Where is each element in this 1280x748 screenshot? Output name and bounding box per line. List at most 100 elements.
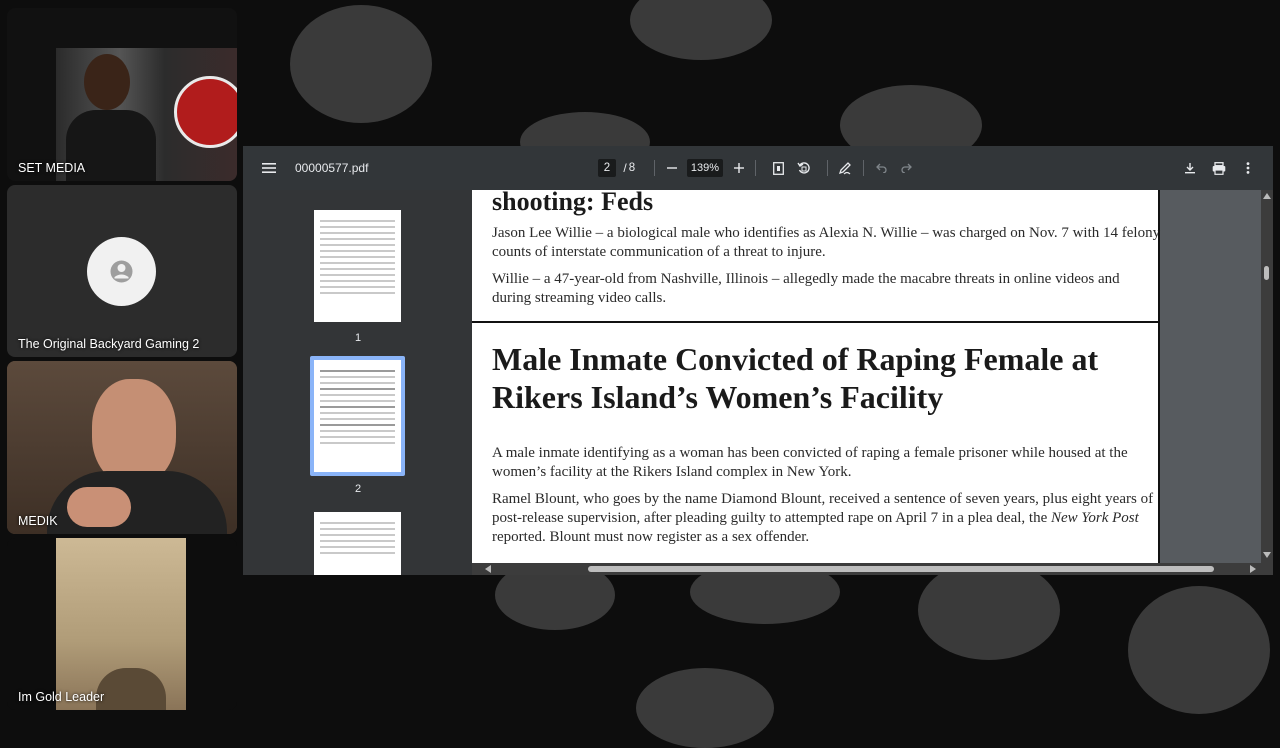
undo-icon [876, 163, 887, 173]
article-paragraph: A male inmate identifying as a woman has… [492, 445, 1128, 480]
participant-tile-gold-leader[interactable]: Im Gold Leader [7, 538, 237, 710]
document-page: shooting: Feds Jason Lee Willie – a biol… [472, 190, 1160, 575]
participant-name: Im Gold Leader [18, 690, 105, 704]
thumbnail-sidebar: 1 2 [243, 190, 480, 575]
participant-name: MEDIK [18, 514, 58, 528]
participant-tile-medik[interactable]: MEDIK [7, 361, 237, 534]
person-hand [67, 487, 131, 527]
brand-logo [174, 76, 237, 148]
toolbar-divider [827, 160, 828, 176]
section-divider [472, 321, 1160, 323]
download-icon [1185, 163, 1195, 174]
thumbnail-page-number: 2 [354, 483, 362, 495]
video-feed [56, 538, 186, 710]
printer-icon [1212, 161, 1226, 175]
text-line [320, 292, 395, 294]
participant-name: SET MEDIA [18, 161, 86, 175]
more-options-button[interactable] [1237, 146, 1259, 190]
rotate-button[interactable] [793, 146, 815, 190]
scroll-thumb[interactable] [1264, 266, 1269, 280]
text-line [320, 226, 395, 228]
zoom-in-button[interactable] [730, 146, 748, 190]
page-thumbnail[interactable] [314, 512, 401, 575]
heading-line: Male Inmate Convicted of Raping Female a… [492, 341, 1099, 377]
vertical-scrollbar[interactable] [1261, 190, 1273, 575]
menu-button[interactable] [257, 146, 281, 190]
pdf-viewer: 00000577.pdf 2 / 8 139% 1 2 shooting: Fe… [243, 146, 1273, 575]
text-line [320, 394, 395, 396]
background-blob [1128, 586, 1270, 714]
hamburger-menu-icon [262, 163, 276, 173]
plus-icon [734, 163, 744, 173]
text-line [320, 280, 395, 282]
text-line [320, 376, 395, 378]
download-button[interactable] [1179, 146, 1201, 190]
toolbar-divider [654, 160, 655, 176]
zoom-out-button[interactable] [663, 146, 681, 190]
scroll-up-arrow[interactable] [1263, 193, 1271, 199]
text-line [320, 220, 395, 222]
background-blob [630, 0, 772, 60]
fit-to-page-button[interactable] [768, 146, 788, 190]
person-silhouette [92, 379, 176, 485]
print-button[interactable] [1208, 146, 1230, 190]
text-line [320, 406, 395, 408]
text-line [320, 286, 395, 288]
paragraph-text: reported. Blount must now register as a … [492, 529, 810, 545]
text-line [320, 400, 395, 402]
thumbnail-page-number: 1 [354, 332, 362, 344]
text-line [320, 382, 395, 384]
text-line [320, 528, 395, 530]
text-line [320, 534, 395, 536]
user-icon [110, 260, 133, 283]
redo-button[interactable] [897, 146, 917, 190]
participant-tile-original-backyard-gaming[interactable]: The Original Backyard Gaming 2 [7, 185, 237, 357]
text-line [320, 238, 395, 240]
scroll-right-arrow[interactable] [1250, 565, 1256, 573]
pdf-toolbar: 00000577.pdf 2 / 8 139% [243, 146, 1273, 190]
article-heading: Male Inmate Convicted of Raping Female a… [492, 340, 1162, 416]
text-line [320, 522, 395, 524]
document-page-area: shooting: Feds Jason Lee Willie – a biol… [472, 190, 1273, 575]
article-heading: shooting: Feds [492, 190, 654, 216]
scroll-left-arrow[interactable] [485, 565, 491, 573]
text-line [320, 418, 395, 420]
text-line [320, 552, 395, 554]
annotate-button[interactable] [835, 146, 855, 190]
zoom-level-input[interactable]: 139% [687, 159, 723, 177]
participant-tile-set-media[interactable]: SET MEDIA [7, 8, 237, 181]
text-line [320, 262, 395, 264]
more-vertical-icon [1246, 162, 1250, 174]
page-right-border [1158, 190, 1160, 575]
publication-name: New York Post [1051, 510, 1139, 526]
scroll-down-arrow[interactable] [1263, 552, 1271, 558]
pen-icon [838, 162, 851, 175]
redo-icon [901, 163, 912, 173]
background-blob [636, 668, 774, 748]
scroll-thumb[interactable] [588, 566, 1214, 572]
text-line [320, 436, 395, 438]
fit-page-icon [772, 161, 784, 175]
avatar [87, 237, 156, 306]
background-blob [290, 5, 432, 123]
document-title: 00000577.pdf [295, 161, 369, 175]
article-paragraph: Willie – a 47-year-old from Nashville, I… [492, 271, 1120, 306]
horizontal-scrollbar[interactable] [472, 563, 1261, 575]
text-line [320, 268, 395, 270]
page-thumbnail-selected[interactable] [314, 360, 401, 472]
text-line [320, 540, 395, 542]
background-blob [918, 560, 1060, 660]
undo-button[interactable] [871, 146, 891, 190]
text-line [320, 232, 395, 234]
text-line [320, 250, 395, 252]
participant-name: The Original Backyard Gaming 2 [18, 337, 200, 351]
text-line [320, 442, 395, 444]
heading-line: Rikers Island’s Women’s Facility [492, 379, 944, 415]
text-line [320, 388, 395, 390]
page-number-input[interactable]: 2 [598, 159, 616, 177]
text-line [320, 546, 395, 548]
video-feed [7, 361, 237, 534]
toolbar-divider [755, 160, 756, 176]
rotate-counterclockwise-icon [797, 162, 810, 174]
page-thumbnail[interactable] [314, 210, 401, 322]
